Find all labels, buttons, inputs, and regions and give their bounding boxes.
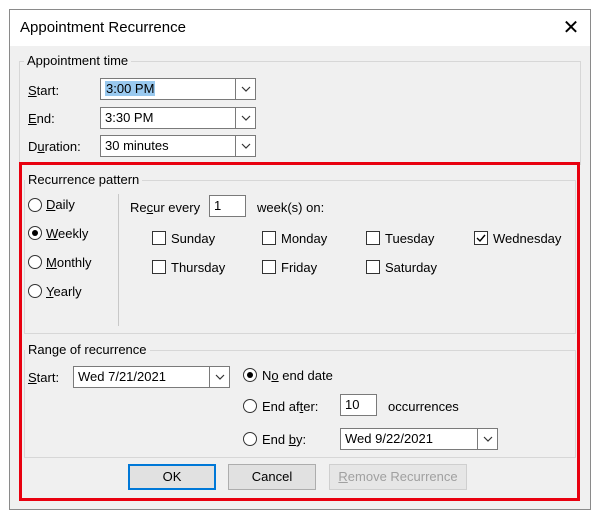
chevron-down-icon (215, 374, 224, 380)
radio-end-by[interactable] (243, 432, 257, 446)
occurrences-label: occurrences (388, 399, 459, 414)
radio-yearly-label[interactable]: Yearly (46, 284, 82, 299)
checkbox-monday[interactable] (262, 231, 276, 245)
end-time-value: 3:30 PM (105, 110, 154, 125)
end-time-input[interactable]: 3:30 PM (100, 107, 236, 129)
end-by-input[interactable]: Wed 9/22/2021 (340, 428, 478, 450)
radio-weekly[interactable] (28, 226, 42, 240)
title-bar: Appointment Recurrence ✕ (10, 10, 590, 46)
checkbox-sunday-label[interactable]: Sunday (171, 231, 215, 246)
range-start-dropdown[interactable] (209, 366, 230, 388)
duration-value: 30 minutes (105, 138, 169, 153)
recur-every-input[interactable]: 1 (209, 195, 246, 217)
occurrences-input[interactable]: 10 (340, 394, 377, 416)
end-by-dropdown[interactable] (477, 428, 498, 450)
duration-input[interactable]: 30 minutes (100, 135, 236, 157)
remove-recurrence-button[interactable]: Remove Recurrence (329, 464, 467, 490)
pattern-divider (118, 194, 119, 326)
weeks-on-label: week(s) on: (257, 200, 325, 215)
radio-monthly[interactable] (28, 255, 42, 269)
checkbox-wednesday-label[interactable]: Wednesday (493, 231, 561, 246)
checkbox-sunday[interactable] (152, 231, 166, 245)
radio-weekly-label[interactable]: Weekly (46, 226, 88, 241)
checkbox-tuesday[interactable] (366, 231, 380, 245)
checkbox-friday[interactable] (262, 260, 276, 274)
range-of-recurrence-legend: Range of recurrence (25, 342, 150, 357)
radio-daily-label[interactable]: Daily (46, 197, 75, 212)
radio-monthly-label[interactable]: Monthly (46, 255, 92, 270)
checkbox-thursday-label[interactable]: Thursday (171, 260, 225, 275)
radio-no-end-date-label[interactable]: No end date (262, 368, 333, 383)
duration-label: Duration: (28, 139, 81, 154)
chevron-down-icon (483, 436, 492, 442)
checkbox-saturday[interactable] (366, 260, 380, 274)
radio-daily[interactable] (28, 198, 42, 212)
chevron-down-icon (241, 143, 250, 149)
start-time-label: Start: (28, 83, 60, 98)
checkbox-wednesday[interactable] (474, 231, 488, 245)
recur-every-label: Recur every (130, 200, 201, 215)
duration-dropdown[interactable] (235, 135, 256, 157)
start-time-value: 3:00 PM (105, 81, 156, 96)
window-title: Appointment Recurrence (20, 19, 186, 36)
checkmark-icon (476, 234, 486, 243)
end-time-dropdown[interactable] (235, 107, 256, 129)
start-time-dropdown[interactable] (235, 78, 256, 100)
radio-end-after-label[interactable]: End after: (262, 399, 318, 414)
checkbox-saturday-label[interactable]: Saturday (385, 260, 437, 275)
cancel-button[interactable]: Cancel (228, 464, 316, 490)
ok-button[interactable]: OK (128, 464, 216, 490)
radio-end-after[interactable] (243, 399, 257, 413)
checkbox-friday-label[interactable]: Friday (281, 260, 317, 275)
start-time-input[interactable]: 3:00 PM (100, 78, 236, 100)
chevron-down-icon (241, 86, 250, 92)
radio-yearly[interactable] (28, 284, 42, 298)
checkbox-monday-label[interactable]: Monday (281, 231, 327, 246)
checkbox-tuesday-label[interactable]: Tuesday (385, 231, 434, 246)
appointment-time-legend: Appointment time (24, 53, 132, 68)
chevron-down-icon (241, 115, 250, 121)
close-icon[interactable]: ✕ (556, 13, 586, 43)
checkbox-thursday[interactable] (152, 260, 166, 274)
range-start-input[interactable]: Wed 7/21/2021 (73, 366, 210, 388)
recurrence-pattern-legend: Recurrence pattern (25, 172, 143, 187)
radio-end-by-label[interactable]: End by: (262, 432, 306, 447)
radio-no-end-date[interactable] (243, 368, 257, 382)
range-start-label: Start: (28, 370, 60, 385)
end-time-label: End: (28, 111, 55, 126)
